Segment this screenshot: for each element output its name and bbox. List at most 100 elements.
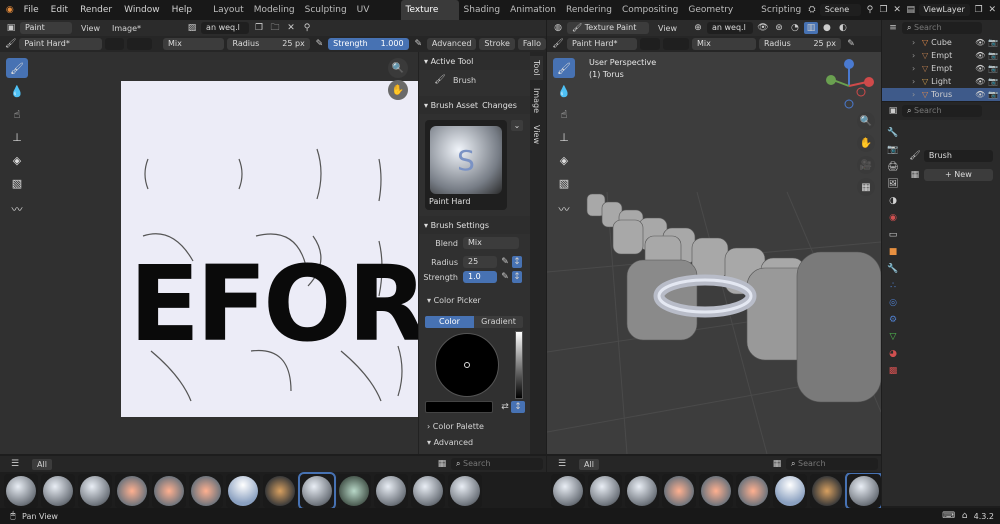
- editor-type-icon[interactable]: ▣: [4, 22, 18, 34]
- copy-icon[interactable]: ❐: [973, 4, 985, 16]
- tab-rendering[interactable]: Rendering: [561, 0, 617, 20]
- annotate-tool-icon[interactable]: 〰: [6, 199, 28, 219]
- open-image-icon[interactable]: 🗀: [268, 22, 282, 34]
- particles-tab-icon[interactable]: ∴: [886, 279, 900, 293]
- brush-tool-icon[interactable]: 🖌: [551, 38, 565, 50]
- smear-tool-icon[interactable]: ☝: [553, 104, 575, 124]
- brush-asset[interactable]: [551, 474, 585, 508]
- display-mode-icon[interactable]: ▦: [770, 458, 784, 470]
- navigation-gizmo[interactable]: [821, 58, 877, 114]
- new-scene-icon[interactable]: ❐: [878, 4, 890, 16]
- view-layer-tab-icon[interactable]: 🖼: [886, 177, 900, 191]
- menu-icon[interactable]: ☰: [555, 458, 569, 470]
- view-layer-selector[interactable]: ViewLayer: [918, 4, 970, 16]
- tab-animation[interactable]: Animation: [505, 0, 561, 20]
- object-tab-icon[interactable]: ■: [886, 245, 900, 259]
- tab-uv-editing[interactable]: UV Editing: [352, 0, 401, 35]
- tab-compositing[interactable]: Compositing: [617, 0, 683, 20]
- clone-tool-icon[interactable]: ⊥: [553, 127, 575, 147]
- clone-tool-icon[interactable]: ⊥: [6, 127, 28, 147]
- tab-sculpting[interactable]: Sculpting: [300, 0, 352, 20]
- scene-tab-icon[interactable]: ◑: [886, 194, 900, 208]
- visibility-icon[interactable]: 👁: [975, 51, 985, 60]
- shading-solid-icon[interactable]: ●: [820, 22, 834, 34]
- world-tab-icon[interactable]: ◉: [886, 211, 900, 225]
- display-mode-icon[interactable]: ▦: [435, 458, 449, 470]
- visibility-icon[interactable]: 👁: [975, 38, 985, 47]
- expand-icon[interactable]: ›: [886, 90, 915, 99]
- tab-geometry-nodes[interactable]: Geometry Nodes: [683, 0, 756, 35]
- pin-icon[interactable]: ⚲: [864, 4, 876, 16]
- value-slider[interactable]: [515, 331, 523, 399]
- visibility-icon[interactable]: 👁: [756, 22, 770, 34]
- pan-hand-icon[interactable]: ✋: [388, 80, 408, 100]
- outliner-item[interactable]: › ▽ Empt 👁 📷: [882, 62, 1000, 75]
- render-icon[interactable]: 📷: [988, 64, 998, 73]
- render-tab-icon[interactable]: 📷: [886, 143, 900, 157]
- constraints-tab-icon[interactable]: ⚙: [886, 313, 900, 327]
- visibility-icon[interactable]: 👁: [975, 64, 985, 73]
- asset-search-input[interactable]: ⌕ Search: [451, 458, 543, 470]
- grid-icon[interactable]: ▦: [857, 178, 875, 196]
- falloff-menu[interactable]: Fallo: [517, 38, 546, 50]
- brush-asset[interactable]: [189, 474, 223, 508]
- brush-preview[interactable]: S Paint Hard: [425, 120, 507, 210]
- secondary-color-swatch[interactable]: [663, 38, 689, 50]
- outliner-item[interactable]: › ▽ Torus 👁 📷: [882, 88, 1000, 101]
- radius-field[interactable]: 25: [463, 256, 497, 268]
- global-orient-icon[interactable]: ⊕: [691, 22, 705, 34]
- color-swatch-field[interactable]: [425, 401, 493, 413]
- mode-selector[interactable]: 🖌 Texture Paint: [567, 22, 649, 34]
- image-name-field[interactable]: an weq.l: [706, 22, 753, 34]
- color-palette-header[interactable]: › Color Palette: [427, 422, 484, 431]
- blend-mode-selector[interactable]: Mix: [692, 38, 756, 50]
- texture-tab-icon[interactable]: ▩: [886, 364, 900, 378]
- image-editor-area[interactable]: 🖌 💧 ☝ ⊥ ◈ ▧ 〰 EFORT �: [0, 52, 418, 454]
- filter-all-tab[interactable]: All: [579, 458, 599, 470]
- menu-help[interactable]: Help: [166, 5, 199, 15]
- menu-edit[interactable]: Edit: [45, 5, 74, 15]
- tab-layout[interactable]: Layout: [208, 0, 249, 20]
- brush-asset[interactable]: [152, 474, 186, 508]
- tab-shading[interactable]: Shading: [459, 0, 506, 20]
- brush-asset[interactable]: [810, 474, 844, 508]
- modifier-tab-icon[interactable]: 🔧: [886, 262, 900, 276]
- fill-tool-icon[interactable]: ◈: [6, 150, 28, 170]
- render-icon[interactable]: 📷: [988, 51, 998, 60]
- secondary-color-swatch[interactable]: [127, 38, 153, 50]
- tool-tab-icon[interactable]: 🔧: [886, 126, 900, 140]
- menu-window[interactable]: Window: [118, 5, 166, 15]
- physics-tab-icon[interactable]: ◎: [886, 296, 900, 310]
- outliner-item[interactable]: › ▽ Cube 👁 📷: [882, 36, 1000, 49]
- brush-menu-chevron[interactable]: ⌄: [511, 120, 523, 131]
- menu-render[interactable]: Render: [74, 5, 118, 15]
- tab-scripting[interactable]: Scripting: [756, 0, 806, 20]
- render-icon[interactable]: 📷: [988, 38, 998, 47]
- material-tab-icon[interactable]: ◕: [886, 347, 900, 361]
- camera-icon[interactable]: 🎥: [857, 156, 875, 174]
- radius-field[interactable]: Radius 25 px: [759, 38, 841, 50]
- close-icon[interactable]: ✕: [891, 4, 903, 16]
- brush-dropdown[interactable]: Brush: [923, 150, 993, 162]
- strength-field[interactable]: 1.0: [463, 271, 497, 283]
- render-icon[interactable]: 📷: [988, 90, 998, 99]
- mask-tool-icon[interactable]: ▧: [6, 173, 28, 193]
- fill-tool-icon[interactable]: ◈: [553, 150, 575, 170]
- unified-color-icon[interactable]: ↕: [511, 401, 525, 413]
- color-tab[interactable]: Color: [425, 316, 474, 328]
- blend-mode-selector[interactable]: Mix: [163, 38, 225, 50]
- expand-icon[interactable]: ›: [886, 51, 915, 60]
- brush-tool-icon[interactable]: 🖌: [4, 38, 17, 50]
- pressure-icon[interactable]: ✎: [313, 38, 326, 50]
- outliner-search-input[interactable]: ⌕ Search: [902, 22, 982, 34]
- soften-tool-icon[interactable]: 💧: [553, 81, 575, 101]
- brush-asset[interactable]: [4, 474, 38, 508]
- brush-asset-header[interactable]: ▾ Brush Asset Changes: [419, 96, 530, 114]
- brush-asset[interactable]: [337, 474, 371, 508]
- brush-asset[interactable]: [226, 474, 260, 508]
- brush-asset[interactable]: [662, 474, 696, 508]
- brush-asset[interactable]: [736, 474, 770, 508]
- pan-hand-icon[interactable]: ✋: [857, 134, 875, 152]
- scene-selector[interactable]: Scene: [819, 4, 862, 16]
- gizmo-icon[interactable]: ⊛: [772, 22, 786, 34]
